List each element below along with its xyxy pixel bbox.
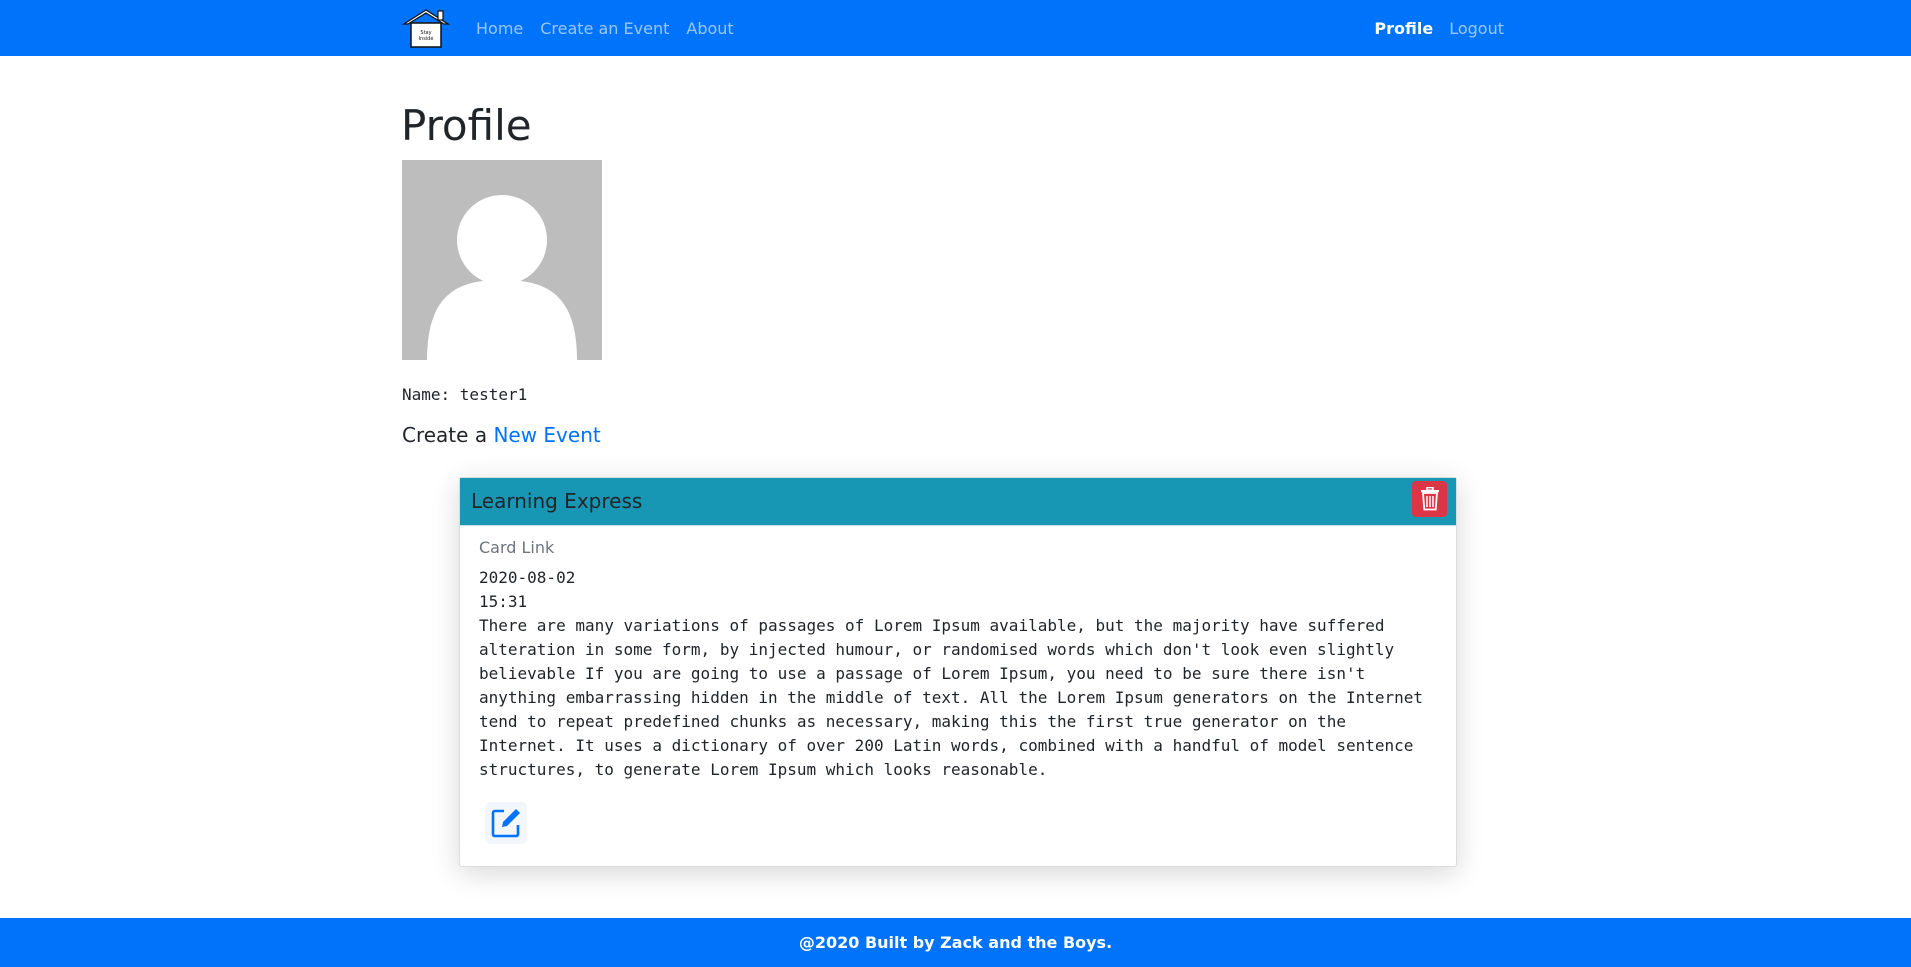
nav-link-home[interactable]: Home: [476, 19, 523, 38]
nav-link-logout[interactable]: Logout: [1449, 19, 1504, 38]
footer: @2020 Built by Zack and the Boys.: [0, 918, 1911, 967]
create-prefix: Create a: [402, 423, 494, 447]
event-description: There are many variations of passages of…: [479, 616, 1424, 779]
card-title: Learning Express: [471, 489, 643, 513]
edit-button[interactable]: [485, 802, 527, 844]
nav-link-create-event[interactable]: Create an Event: [540, 19, 669, 38]
page-title: Profile: [401, 101, 532, 150]
profile-name: Name: tester1: [402, 385, 528, 404]
logo-text: Stay Inside: [418, 30, 434, 42]
create-event-line: Create a New Event: [402, 423, 601, 447]
event-card: Learning Express Card Link 2020-08-02 15…: [459, 477, 1457, 867]
nav-link-about[interactable]: About: [686, 19, 733, 38]
card-header: Learning Express: [460, 478, 1456, 526]
card-body: Card Link 2020-08-02 15:31 There are man…: [479, 538, 1439, 782]
default-avatar-icon: [427, 195, 577, 360]
card-link[interactable]: Card Link: [479, 538, 1439, 557]
trash-icon: [1420, 487, 1439, 511]
event-date: 2020-08-02: [479, 568, 576, 587]
edit-icon: [491, 809, 520, 838]
brand-logo[interactable]: Stay Inside: [401, 7, 451, 49]
navbar: Stay Inside Home Create an Event About P…: [0, 0, 1911, 56]
new-event-link[interactable]: New Event: [493, 423, 600, 447]
avatar: [402, 160, 602, 360]
nav-right: Profile Logout: [1358, 19, 1504, 38]
nav-link-profile[interactable]: Profile: [1374, 19, 1433, 38]
navbar-inner: Stay Inside Home Create an Event About P…: [401, 0, 1504, 56]
house-logo-icon: [401, 9, 451, 48]
event-time: 15:31: [479, 592, 528, 611]
footer-text: @2020 Built by Zack and the Boys.: [798, 933, 1113, 952]
delete-button[interactable]: [1412, 481, 1447, 517]
